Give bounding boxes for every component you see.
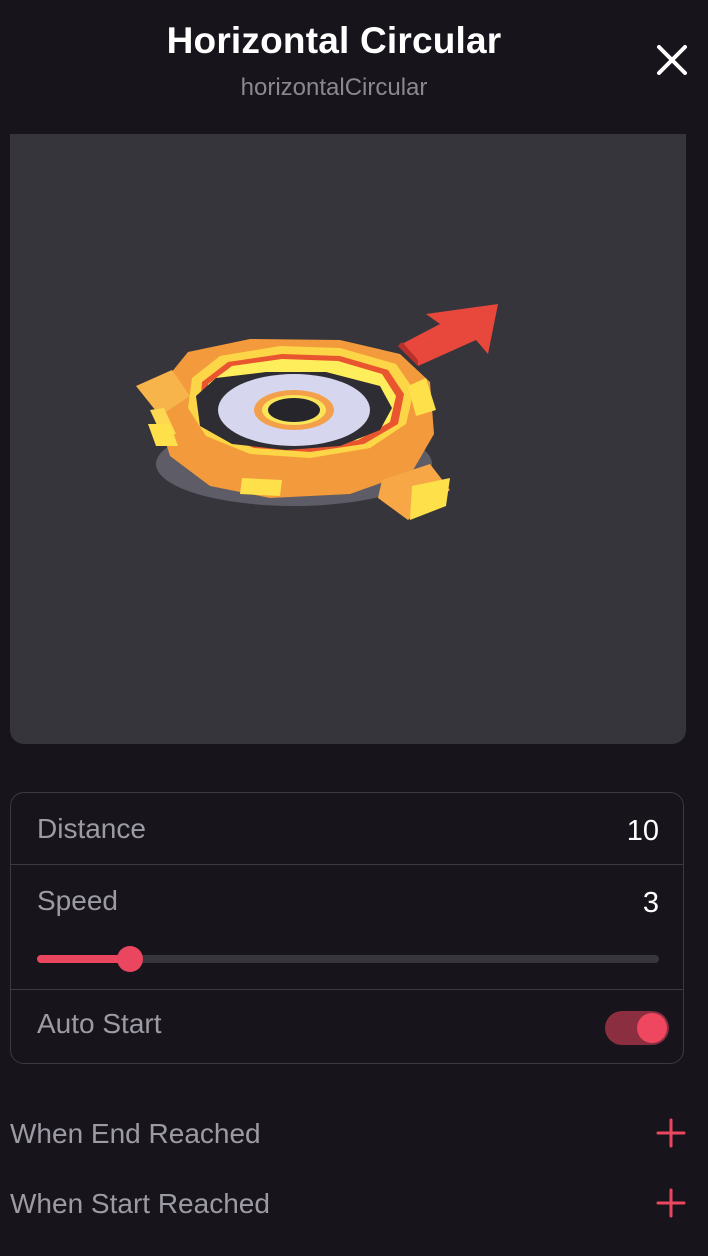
- object-id: horizontalCircular: [240, 74, 428, 101]
- auto-start-label: Auto Start: [37, 1008, 162, 1039]
- add-end-action-button[interactable]: [654, 1116, 688, 1150]
- auto-start-toggle[interactable]: [605, 1011, 669, 1045]
- auto-start-row: Auto Start: [11, 990, 683, 1064]
- event-when-start-reached[interactable]: When Start Reached: [10, 1182, 690, 1232]
- object-settings-panel: Horizontal Circular horizontalCircular D…: [0, 0, 708, 1256]
- plus-icon: [656, 1118, 686, 1148]
- speed-label: Speed: [37, 885, 118, 916]
- platform-model-image: [136, 304, 498, 520]
- event-when-end-reached[interactable]: When End Reached: [10, 1112, 690, 1162]
- distance-row[interactable]: Distance 10: [11, 793, 683, 865]
- add-start-action-button[interactable]: [654, 1186, 688, 1220]
- speed-slider[interactable]: [37, 945, 659, 973]
- event-label: When End Reached: [10, 1118, 261, 1149]
- panel-header: Horizontal Circular horizontalCircular: [0, 0, 708, 134]
- distance-label: Distance: [37, 813, 146, 844]
- speed-value[interactable]: 3: [643, 887, 659, 920]
- close-icon: [657, 45, 687, 75]
- model-preview[interactable]: [10, 134, 686, 744]
- properties-card: Distance 10 Speed 3 Auto Start: [10, 792, 684, 1064]
- close-button[interactable]: [650, 38, 694, 82]
- event-label: When Start Reached: [10, 1188, 270, 1219]
- plus-icon: [656, 1188, 686, 1218]
- toggle-knob: [637, 1013, 667, 1043]
- distance-value[interactable]: 10: [627, 815, 659, 848]
- slider-thumb[interactable]: [117, 946, 143, 972]
- page-title: Horizontal Circular: [166, 20, 502, 61]
